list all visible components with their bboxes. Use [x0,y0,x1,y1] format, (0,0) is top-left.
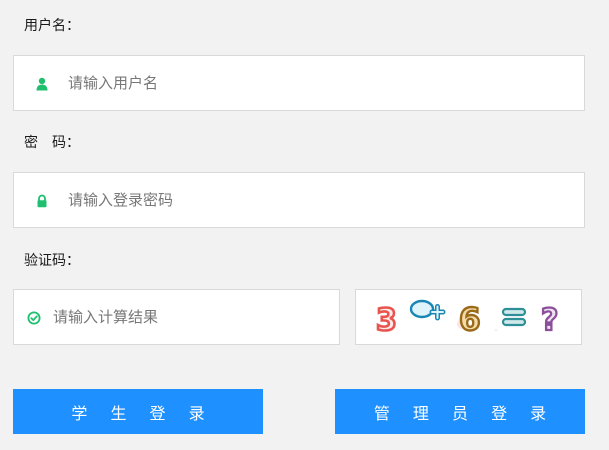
captcha-char-plus [409,299,446,321]
password-label: 密 码： [24,135,80,151]
student-login-button[interactable]: 学 生 登 录 [13,389,263,434]
username-input[interactable] [68,56,568,110]
check-circle-icon [27,310,41,325]
admin-login-button[interactable]: 管 理 员 登 录 [335,389,585,434]
captcha-char-question: ? [541,303,558,338]
username-label: 用户名： [24,18,80,34]
lock-icon [35,193,49,208]
username-field[interactable] [13,55,585,111]
captcha-label: 验证码： [24,253,80,269]
captcha-char-equals [501,307,527,327]
captcha-char-3: 3 [376,303,397,338]
password-input[interactable] [68,173,568,227]
captcha-field[interactable] [13,289,340,345]
password-field[interactable] [13,172,585,228]
captcha-char-6: 6 [459,302,481,338]
captcha-image[interactable]: 3 6 ? [355,289,582,345]
user-icon [35,76,49,91]
captcha-input[interactable] [53,290,328,344]
